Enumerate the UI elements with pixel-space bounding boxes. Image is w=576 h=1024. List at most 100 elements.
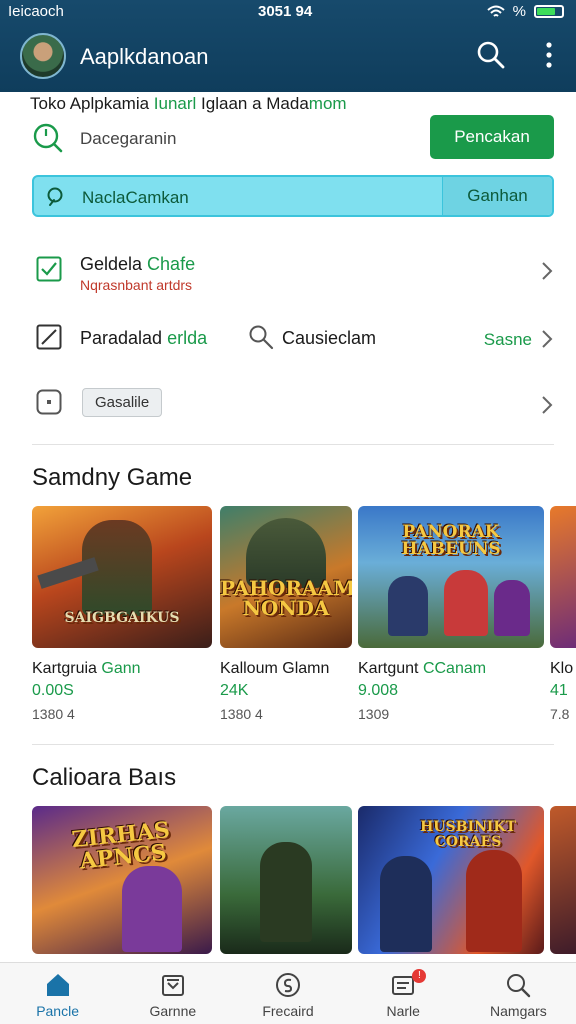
search-clock-icon: [33, 123, 63, 153]
search-icon[interactable]: [476, 40, 506, 70]
game-art-title: PAHORAAM NONDA: [220, 576, 352, 620]
nav-item-inbox[interactable]: ! Narle: [346, 963, 461, 1024]
app-header: Ieicaoch 3051 94 % Aaplkdanoan: [0, 0, 576, 92]
list-item-title: Geldela Chafe: [80, 254, 195, 275]
game-name-a: Klo: [550, 660, 574, 677]
list-item-subtitle: Nqrasnbant artdrs: [80, 277, 193, 293]
game-meta: 1380 4: [32, 706, 75, 722]
game-thumbnail[interactable]: SAIGBGAIKUS: [32, 506, 212, 648]
bottom-navigation: Pancle Garnne Frecaird ! Narle Namgars: [0, 962, 576, 1024]
edit-box-icon[interactable]: [36, 324, 62, 350]
nav-label: Narle: [386, 1003, 420, 1019]
divider: [32, 744, 554, 745]
nav-item-search[interactable]: Namgars: [461, 963, 576, 1024]
game-meta: 1380 4: [220, 706, 263, 722]
square-dot-icon[interactable]: [36, 389, 62, 415]
game-thumbnail[interactable]: HUSBINIKT CORAES: [358, 806, 544, 954]
nav-item-home[interactable]: Pancle: [0, 963, 115, 1024]
nav-label: Namgars: [490, 1003, 547, 1019]
wifi-icon: [486, 5, 505, 17]
search-icon: [507, 974, 531, 998]
list-item-title-b: Chafe: [147, 254, 196, 274]
list-item-title-b: erlda: [167, 328, 208, 348]
status-icons: %: [486, 3, 564, 20]
game-thumbnail[interactable]: [550, 506, 576, 648]
search-row-text[interactable]: Dacegaranin: [80, 129, 176, 149]
clock: 3051 94: [258, 3, 313, 20]
game-art-title: PANORAK HABEUNS: [401, 522, 501, 559]
game-name: Kartgruia Gann: [32, 660, 212, 678]
game-name: Kartgunt CCanam: [358, 660, 544, 678]
home-icon: [46, 974, 69, 996]
search-input-text[interactable]: NaclaCamkan: [82, 188, 189, 208]
game-card-list: ZIRHAS APNCS HUSBINIKT CORAES: [32, 806, 576, 956]
game-thumbnail[interactable]: PAHORAAM NONDA: [220, 506, 352, 648]
game-thumbnail[interactable]: PANORAK HABEUNS: [358, 506, 544, 648]
game-thumbnail[interactable]: [220, 806, 352, 954]
headline-part-3: Iglaan a Mada: [196, 94, 309, 113]
search-primary-button[interactable]: Pencakan: [430, 115, 554, 159]
chevron-right-icon: [542, 330, 553, 348]
page-headline: Toko Aplpkamia Iunarl Iglaan a Madamom: [30, 94, 347, 114]
game-price: 24K: [220, 682, 249, 699]
game-meta: 7.8: [550, 706, 570, 722]
nav-item-games[interactable]: Garnne: [115, 963, 230, 1024]
dollar-circle-icon: [276, 973, 300, 997]
game-thumbnail[interactable]: [550, 806, 576, 954]
game-card[interactable]: PAHORAAM NONDA Kalloum Glamn 24K 1380 4: [220, 506, 352, 722]
carrier-label: Ieicaoch: [8, 3, 64, 20]
game-card[interactable]: Klo 41 7.8: [550, 506, 576, 722]
list-item-title: Paradalad erlda: [80, 328, 207, 349]
game-card[interactable]: [220, 806, 352, 954]
nav-label: Garnne: [149, 1003, 197, 1019]
game-art-title: HUSBINIKT CORAES: [420, 819, 516, 850]
game-name-a: Kartgunt: [358, 660, 423, 677]
search-icon[interactable]: [248, 324, 274, 350]
list-item-title-a: Paradalad: [80, 328, 168, 348]
game-price: 9.008: [358, 682, 399, 699]
game-card[interactable]: ZIRHAS APNCS: [32, 806, 212, 954]
search-input[interactable]: NaclaCamkan Ganhan: [32, 175, 554, 217]
headline-part-2: Iunarl: [153, 94, 197, 113]
notification-badge: !: [412, 969, 427, 983]
game-thumbnail[interactable]: ZIRHAS APNCS: [32, 806, 212, 954]
chevron-right-icon: [542, 396, 553, 414]
search-icon: [47, 187, 63, 206]
game-card[interactable]: PANORAK HABEUNS Kartgunt CCanam 9.008 13…: [358, 506, 544, 722]
section-title: Samdny Game: [32, 464, 193, 491]
battery-percent: %: [512, 3, 526, 20]
list-item-link[interactable]: Sasne: [484, 330, 532, 350]
game-card[interactable]: SAIGBGAIKUS Kartgruia Gann 0.00S 1380 4: [32, 506, 212, 722]
game-name-b: CCanam: [422, 660, 487, 677]
list-item-title-a: Geldela: [80, 254, 148, 274]
game-card[interactable]: HUSBINIKT CORAES: [358, 806, 544, 954]
game-name: Kalloum Glamn: [220, 660, 352, 678]
section-title: Calioara Baıs: [32, 764, 177, 791]
game-name-a: Kartgruia: [32, 660, 102, 677]
game-art-title: ZIRHAS APNCS: [70, 816, 172, 875]
game-card-list: SAIGBGAIKUS Kartgruia Gann 0.00S 1380 4 …: [32, 506, 576, 726]
list-item-paradalad[interactable]: Paradalad erlda Causieclam Sasne: [32, 322, 554, 354]
game-name-b: Gann: [101, 660, 141, 677]
search-submit-button[interactable]: Ganhan: [442, 177, 552, 215]
headline-part-1: Toko Aplpkamia: [30, 94, 154, 113]
checkbox-icon[interactable]: [36, 256, 62, 282]
divider: [32, 444, 554, 445]
nav-label: Frecaird: [262, 1003, 314, 1019]
app-title: Aaplkdanoan: [80, 44, 209, 69]
avatar[interactable]: [20, 33, 66, 79]
more-vert-icon[interactable]: [540, 40, 558, 70]
nav-label: Pancle: [36, 1003, 79, 1019]
game-name-a: Kalloum Glamn: [220, 660, 330, 677]
filter-chip[interactable]: Gasalile: [82, 388, 163, 417]
list-item-geldela[interactable]: Geldela Chafe Nqrasnbant artdrs: [32, 250, 554, 296]
game-price: 0.00S: [32, 682, 74, 699]
nav-item-featured[interactable]: Frecaird: [230, 963, 345, 1024]
game-name: Klo: [550, 660, 576, 678]
list-item-search-text[interactable]: Causieclam: [282, 328, 376, 349]
battery-icon: [534, 5, 564, 18]
list-item-gasalile[interactable]: Gasalile: [32, 386, 554, 418]
game-art-title: SAIGBGAIKUS: [64, 610, 180, 626]
game-card[interactable]: [550, 806, 576, 954]
game-meta: 1309: [358, 706, 390, 722]
